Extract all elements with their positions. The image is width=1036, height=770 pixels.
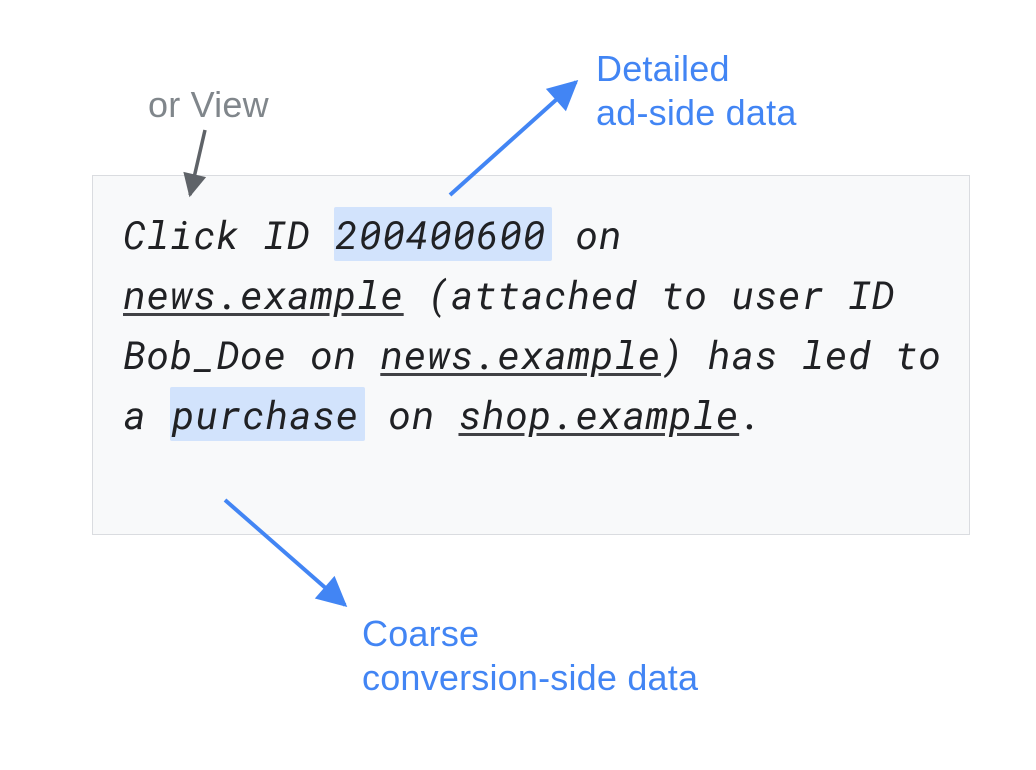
annotation-detailed-ad-side: Detailedad-side data <box>596 47 797 135</box>
link-shop-example: shop.example <box>458 388 739 440</box>
text-on-1: on <box>552 208 622 260</box>
text-click-id-prefix: Click ID <box>123 208 334 260</box>
highlight-purchase: purchase <box>170 387 365 441</box>
link-news-example-2: news.example <box>380 328 661 380</box>
report-box: Click ID 200400600 on news.example (atta… <box>92 175 970 535</box>
text-on-2: on <box>365 388 459 440</box>
text-period: . <box>739 388 762 440</box>
diagram-stage: or View Detailedad-side data Coarseconve… <box>0 0 1036 770</box>
annotation-detailed-text: Detailedad-side data <box>596 48 797 133</box>
annotation-or-view: or View <box>148 83 269 127</box>
annotation-or-view-text: or View <box>148 84 269 125</box>
link-news-example-1: news.example <box>123 268 404 320</box>
highlight-click-id: 200400600 <box>334 207 553 261</box>
annotation-coarse-text: Coarseconversion-side data <box>362 613 698 698</box>
report-sentence: Click ID 200400600 on news.example (atta… <box>123 204 959 444</box>
annotation-coarse-conversion: Coarseconversion-side data <box>362 612 698 700</box>
